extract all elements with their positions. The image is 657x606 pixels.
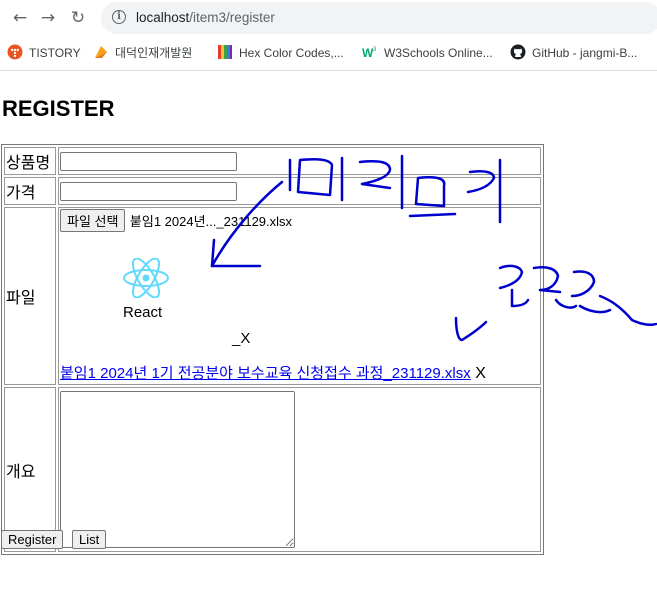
bookmarks-bar: TISTORY 대덕인재개발원 Hex Color Codes,... W 3 W3…	[0, 36, 657, 71]
file-cell: 파일 선택 붙임1 2024년..._231129.xlsx React _X …	[58, 207, 541, 385]
file-choose-button[interactable]: 파일 선택	[60, 209, 126, 232]
summary-textarea[interactable]	[60, 391, 295, 548]
react-logo-icon	[123, 258, 169, 298]
reload-icon[interactable]: ↻	[67, 7, 89, 29]
page-title: REGISTER	[2, 96, 115, 121]
preview-caption: React	[123, 304, 163, 321]
register-form-table: 상품명 가격 파일 파일 선택 붙임1 2024년..._231129.xlsx	[1, 144, 544, 555]
attachment-row: 붙임1 2024년 1기 전공분야 보수교육 신청접수 과정_231129.xl…	[60, 362, 539, 383]
forward-arrow-icon[interactable]: →	[37, 7, 59, 29]
file-preview: React _X	[60, 232, 539, 362]
tistory-icon	[7, 44, 23, 60]
table-row-price: 가격	[4, 177, 541, 205]
bookmark-feather-icon	[93, 44, 109, 60]
preview-remove-button[interactable]: _X	[232, 330, 250, 347]
bookmark-w3schools[interactable]: W 3 W3Schools Online...	[362, 44, 493, 62]
table-row-summary: 개요	[4, 387, 541, 552]
attachment-link[interactable]: 붙임1 2024년 1기 전공분야 보수교육 신청접수 과정_231129.xl…	[60, 365, 471, 382]
list-button[interactable]: List	[72, 530, 107, 549]
summary-cell	[58, 387, 541, 552]
browser-toolbar: ← → ↻ i localhost/item3/register	[0, 0, 657, 36]
price-cell	[58, 177, 541, 205]
bookmark-github[interactable]: GitHub - jangmi-B...	[510, 44, 637, 62]
selected-file-name: 붙임1 2024년..._231129.xlsx	[129, 214, 293, 229]
table-row-file: 파일 파일 선택 붙임1 2024년..._231129.xlsx React …	[4, 207, 541, 385]
bookmark-hex-colors[interactable]: Hex Color Codes,...	[217, 44, 344, 62]
price-input[interactable]	[60, 181, 237, 201]
back-arrow-icon[interactable]: ←	[9, 7, 31, 29]
price-label: 가격	[4, 177, 56, 205]
info-icon[interactable]: i	[112, 10, 126, 24]
summary-label: 개요	[4, 387, 56, 552]
file-picker: 파일 선택 붙임1 2024년..._231129.xlsx	[60, 209, 539, 232]
bookmark-daedeok[interactable]: 대덕인재개발원	[93, 44, 192, 62]
name-cell	[58, 147, 541, 175]
url-text[interactable]: localhost/item3/register	[136, 10, 275, 25]
w3schools-icon: W3	[362, 44, 378, 60]
github-icon	[510, 44, 526, 60]
attachment-delete-button[interactable]: X	[475, 365, 486, 382]
table-row-name: 상품명	[4, 147, 541, 175]
file-label: 파일	[4, 207, 56, 385]
svg-text:3: 3	[373, 47, 377, 53]
register-button[interactable]: Register	[1, 530, 64, 549]
name-label: 상품명	[4, 147, 56, 175]
color-palette-icon	[217, 44, 233, 60]
address-bar[interactable]: i localhost/item3/register	[101, 2, 657, 34]
name-input[interactable]	[60, 151, 237, 171]
bookmark-tistory[interactable]: TISTORY	[7, 44, 81, 62]
